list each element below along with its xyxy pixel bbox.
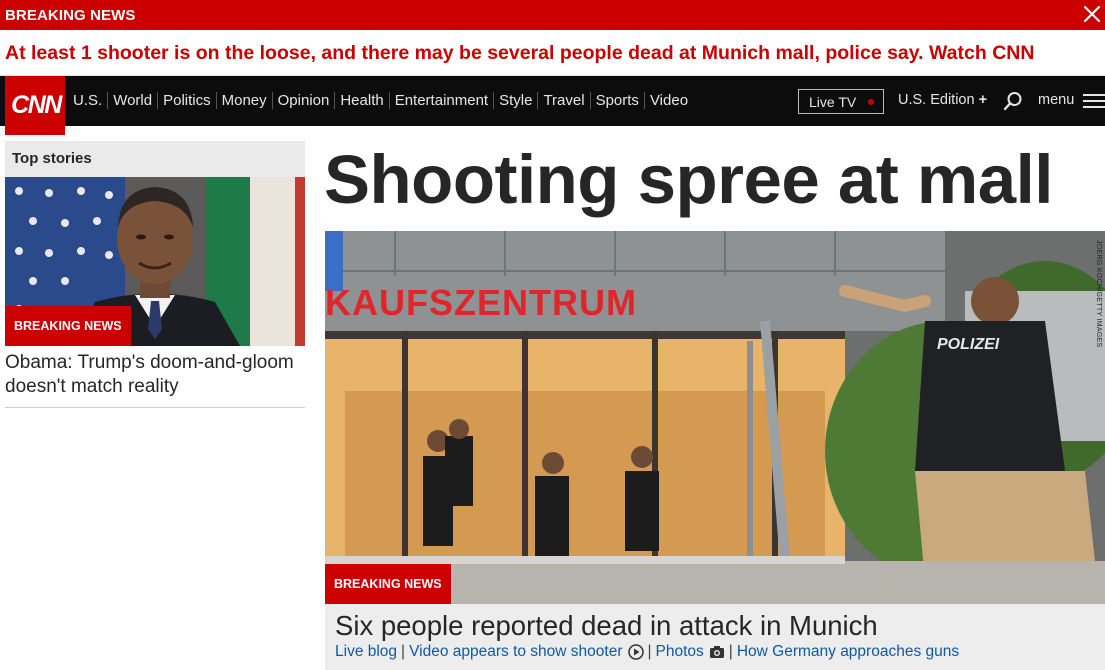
hamburger-menu-icon[interactable] [1083,93,1105,109]
hero-caption-title[interactable]: Six people reported dead in attack in Mu… [335,610,878,642]
edition-selector[interactable]: U.S. Edition + [898,92,987,108]
police-vest-text: POLIZEI [937,336,1000,353]
plus-icon: + [978,92,988,108]
video-link[interactable]: Video appears to show shooter [409,643,622,661]
close-icon[interactable] [1081,3,1103,25]
breaking-news-message-link[interactable]: At least 1 shooter is on the loose, and … [5,42,1034,65]
nav-item-u-s[interactable]: U.S. [68,92,107,109]
nav-item-travel[interactable]: Travel [538,92,589,109]
link-separator: | [401,643,406,660]
breaking-news-message-bar: At least 1 shooter is on the loose, and … [0,30,1105,76]
hero-caption: Six people reported dead in attack in Mu… [325,604,1105,670]
breaking-news-bar: BREAKING NEWS [0,0,1105,30]
nav-item-world[interactable]: World [108,92,157,109]
live-blog-link[interactable]: Live blog [335,643,397,661]
germany-guns-link[interactable]: How Germany approaches guns [737,643,959,661]
photos-link[interactable]: Photos [656,643,704,661]
menu-label[interactable]: menu [1038,92,1074,108]
search-icon[interactable] [1003,91,1023,111]
link-separator: | [728,643,733,660]
photo-credit: JOERG KOCH/GETTY IMAGES [1095,240,1102,348]
nav-item-opinion[interactable]: Opinion [273,92,335,109]
nav-item-entertainment[interactable]: Entertainment [390,92,493,109]
play-icon [627,644,644,660]
nav-item-sports[interactable]: Sports [591,92,644,109]
live-tv-button[interactable]: Live TV [798,89,884,114]
edition-label: U.S. Edition [898,92,975,108]
nav-item-politics[interactable]: Politics [158,92,216,109]
cnn-logo-text: CNN [11,91,63,118]
main-nav: CNN U.S. World Politics Money Opinion Health E… [0,76,1105,135]
breaking-news-label: BREAKING NEWS [5,7,136,24]
top-stories-title: Top stories [12,150,92,167]
live-indicator-icon [868,98,875,105]
nav-item-money[interactable]: Money [217,92,272,109]
nav-item-video[interactable]: Video [645,92,693,109]
nav-links: U.S. World Politics Money Opinion Health Enter… [68,92,693,109]
top-story-headline[interactable]: Obama: Trump's doom-and-gloom doesn't ma… [5,351,305,399]
nav-item-health[interactable]: Health [335,92,388,109]
camera-icon [709,644,725,660]
breaking-news-badge: BREAKING NEWS [5,306,131,346]
breaking-news-badge-main: BREAKING NEWS [325,564,451,604]
divider [5,407,305,408]
hero-photo[interactable]: KAUFSZENTRUM POLIZEI [325,231,1105,604]
mall-sign-text: KAUFSZENTRUM [325,282,637,323]
nav-item-style[interactable]: Style [494,92,537,109]
link-separator: | [647,643,652,660]
live-tv-label: Live TV [809,93,857,110]
cnn-logo[interactable]: CNN [5,76,65,135]
main-headline[interactable]: Shooting spree at mall [324,140,1053,220]
related-links: Live blog | Video appears to show shoote… [335,643,959,661]
top-stories-header: Top stories [5,141,305,177]
